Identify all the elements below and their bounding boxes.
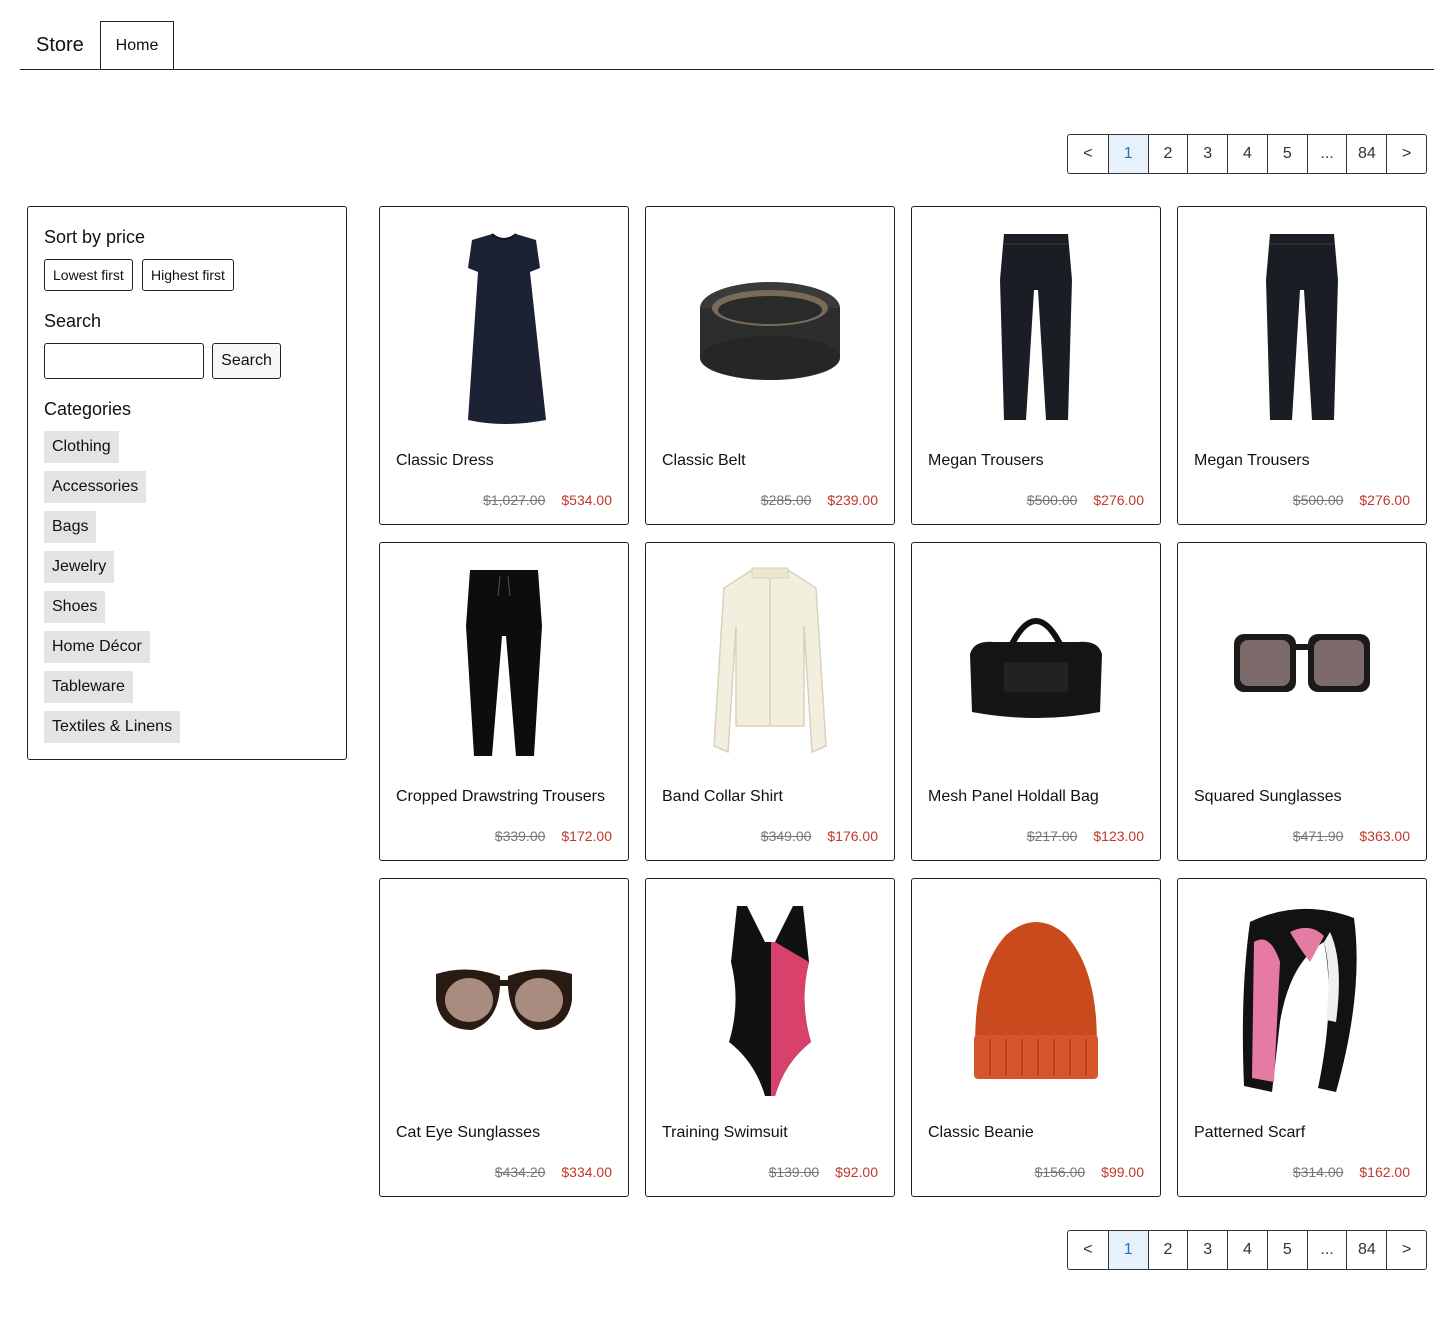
search-heading: Search <box>44 311 102 331</box>
product-name: Cropped Drawstring Trousers <box>396 788 605 805</box>
page-4-button[interactable]: 4 <box>1227 135 1267 173</box>
sale-price: $239.00 <box>827 492 878 508</box>
page-ellipsis: ... <box>1306 1231 1347 1269</box>
original-price: $139.00 <box>768 1164 820 1180</box>
original-price: $217.00 <box>1026 828 1078 844</box>
page-2-button[interactable]: 2 <box>1147 1231 1188 1269</box>
sale-price: $334.00 <box>561 1164 612 1180</box>
original-price: $314.00 <box>1292 1164 1344 1180</box>
tab-home[interactable]: Home <box>100 21 174 69</box>
beanie-icon <box>928 895 1144 1105</box>
category-home-decor[interactable]: Home Décor <box>44 631 150 663</box>
sale-price: $534.00 <box>561 492 612 508</box>
product-card[interactable]: Training Swimsuit $139.00 $92.00 <box>645 878 895 1197</box>
shirt-icon <box>662 559 878 769</box>
product-name: Classic Belt <box>662 452 746 469</box>
page-ellipsis: ... <box>1306 135 1347 173</box>
original-price: $156.00 <box>1034 1164 1086 1180</box>
original-price: $471.90 <box>1292 828 1344 844</box>
product-card[interactable]: Squared Sunglasses $471.90 $363.00 <box>1177 542 1427 861</box>
sale-price: $99.00 <box>1101 1164 1144 1180</box>
product-name: Classic Dress <box>396 452 494 469</box>
next-page-button[interactable]: > <box>1386 1231 1426 1269</box>
page-3-button[interactable]: 3 <box>1187 135 1227 173</box>
sale-price: $172.00 <box>561 828 612 844</box>
original-price: $434.20 <box>494 1164 546 1180</box>
page-5-button[interactable]: 5 <box>1266 1231 1307 1269</box>
product-card[interactable]: Band Collar Shirt $349.00 $176.00 <box>645 542 895 861</box>
page-84-button[interactable]: 84 <box>1346 1231 1386 1269</box>
trousers-icon <box>1194 223 1410 433</box>
pagination-bottom: < 1 2 3 4 5 ... 84 > <box>1067 1230 1427 1270</box>
sale-price: $363.00 <box>1359 828 1410 844</box>
page-2-button[interactable]: 2 <box>1147 135 1188 173</box>
top-nav: Store Home <box>20 21 1434 70</box>
original-price: $500.00 <box>1292 492 1344 508</box>
sale-price: $123.00 <box>1093 828 1144 844</box>
pagination-top: < 1 2 3 4 5 ... 84 > <box>1067 134 1427 174</box>
product-name: Megan Trousers <box>1194 452 1310 469</box>
product-name: Cat Eye Sunglasses <box>396 1124 541 1141</box>
product-card[interactable]: Patterned Scarf $314.00 $162.00 <box>1177 878 1427 1197</box>
next-page-button[interactable]: > <box>1386 135 1426 173</box>
swimsuit-icon <box>662 895 878 1105</box>
page-1-button[interactable]: 1 <box>1107 135 1148 173</box>
scarf-icon <box>1194 895 1410 1105</box>
prev-page-button[interactable]: < <box>1068 135 1108 173</box>
dress-icon <box>396 223 612 433</box>
original-price: $500.00 <box>1026 492 1078 508</box>
category-shoes[interactable]: Shoes <box>44 591 106 623</box>
sunglasses-icon <box>1194 559 1410 769</box>
page-84-button[interactable]: 84 <box>1346 135 1386 173</box>
page-3-button[interactable]: 3 <box>1187 1231 1227 1269</box>
original-price: $285.00 <box>760 492 812 508</box>
original-price: $339.00 <box>494 828 546 844</box>
category-accessories[interactable]: Accessories <box>44 471 147 503</box>
page-5-button[interactable]: 5 <box>1266 135 1307 173</box>
sort-lowest-button[interactable]: Lowest first <box>44 259 133 291</box>
sale-price: $276.00 <box>1093 492 1144 508</box>
sunglasses-icon <box>396 895 612 1105</box>
product-card[interactable]: Megan Trousers $500.00 $276.00 <box>911 206 1161 525</box>
filter-sidebar: Sort by price Lowest first Highest first… <box>27 206 347 760</box>
sort-highest-button[interactable]: Highest first <box>142 259 234 291</box>
product-name: Squared Sunglasses <box>1194 788 1342 805</box>
sale-price: $92.00 <box>835 1164 878 1180</box>
bag-icon <box>928 559 1144 769</box>
page-4-button[interactable]: 4 <box>1227 1231 1267 1269</box>
category-textiles-linens[interactable]: Textiles & Linens <box>44 711 181 743</box>
product-card[interactable]: Megan Trousers $500.00 $276.00 <box>1177 206 1427 525</box>
categories-heading: Categories <box>44 399 132 419</box>
product-card[interactable]: Cropped Drawstring Trousers $339.00 $172.… <box>379 542 629 861</box>
product-card[interactable]: Cat Eye Sunglasses $434.20 $334.00 <box>379 878 629 1197</box>
category-tableware[interactable]: Tableware <box>44 671 133 703</box>
product-name: Megan Trousers <box>928 452 1044 469</box>
search-button[interactable]: Search <box>212 343 281 379</box>
category-clothing[interactable]: Clothing <box>44 431 119 463</box>
sale-price: $176.00 <box>827 828 878 844</box>
trousers-icon <box>396 559 612 769</box>
original-price: $349.00 <box>760 828 812 844</box>
belt-icon <box>662 223 878 433</box>
product-name: Patterned Scarf <box>1194 1124 1306 1141</box>
store-brand[interactable]: Store <box>36 34 84 57</box>
sort-heading: Sort by price <box>44 227 146 247</box>
product-card[interactable]: Classic Beanie $156.00 $99.00 <box>911 878 1161 1197</box>
product-name: Training Swimsuit <box>662 1124 788 1141</box>
page-1-button[interactable]: 1 <box>1107 1231 1148 1269</box>
product-name: Band Collar Shirt <box>662 788 783 805</box>
product-card[interactable]: Classic Belt $285.00 $239.00 <box>645 206 895 525</box>
product-name: Classic Beanie <box>928 1124 1034 1141</box>
sale-price: $162.00 <box>1359 1164 1410 1180</box>
sale-price: $276.00 <box>1359 492 1410 508</box>
product-card[interactable]: Mesh Panel Holdall Bag $217.00 $123.00 <box>911 542 1161 861</box>
category-bags[interactable]: Bags <box>44 511 97 543</box>
prev-page-button[interactable]: < <box>1068 1231 1108 1269</box>
search-input[interactable] <box>44 343 204 379</box>
trousers-icon <box>928 223 1144 433</box>
product-card[interactable]: Classic Dress $1,027.00 $534.00 <box>379 206 629 525</box>
product-name: Mesh Panel Holdall Bag <box>928 788 1099 805</box>
original-price: $1,027.00 <box>483 492 546 508</box>
category-jewelry[interactable]: Jewelry <box>44 551 115 583</box>
